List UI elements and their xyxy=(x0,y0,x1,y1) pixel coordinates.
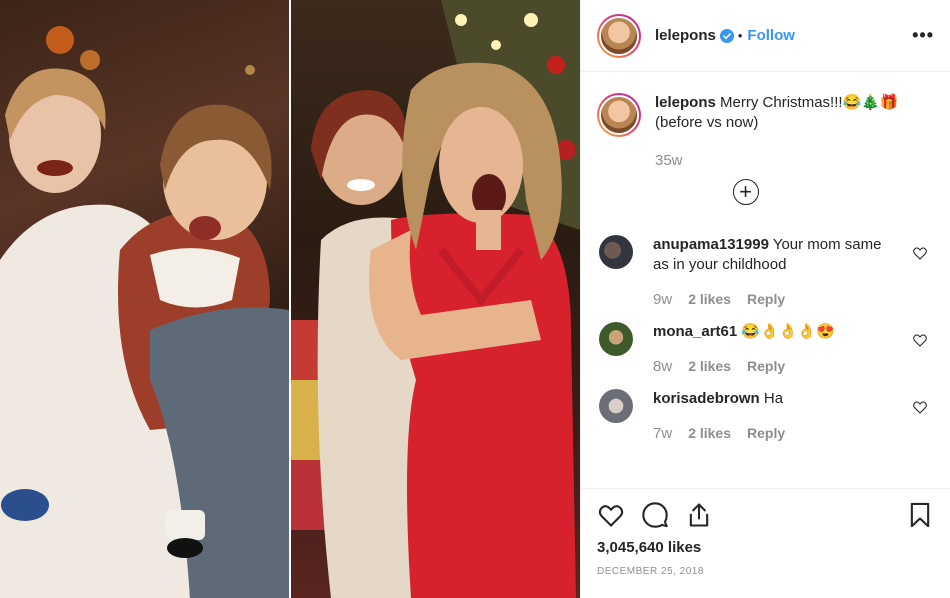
caption-time[interactable]: 35w xyxy=(655,151,934,171)
more-options-icon[interactable]: ••• xyxy=(912,25,934,46)
author-avatar[interactable] xyxy=(597,13,641,58)
comments-section[interactable]: lelepons Merry Christmas!!!😂🎄🎁 (before v… xyxy=(581,73,950,487)
author-username[interactable]: lelepons xyxy=(655,27,716,44)
comment-text: 😂👌👌👌😍 xyxy=(741,323,835,340)
like-comment-icon[interactable] xyxy=(912,399,928,415)
comment-item: korisadebrown Ha 7w 2 likes Reply xyxy=(597,389,934,442)
comment-body: mona_art61 😂👌👌👌😍 8w 2 likes Reply xyxy=(653,322,889,375)
comment-content: korisadebrown Ha xyxy=(653,389,889,409)
commenter-username[interactable]: korisadebrown xyxy=(653,390,760,407)
author-avatar-image xyxy=(599,15,639,56)
caption-avatar[interactable] xyxy=(597,93,641,137)
commenter-avatar[interactable] xyxy=(599,235,633,269)
comment-body: anupama131999 Your mom same as in your c… xyxy=(653,235,889,308)
comment-time[interactable]: 7w xyxy=(653,425,672,442)
commenter-username[interactable]: mona_art61 xyxy=(653,323,737,340)
post-date[interactable]: December 25, 2018 xyxy=(597,566,934,577)
comment-text: Ha xyxy=(763,390,784,407)
like-comment-icon[interactable] xyxy=(912,245,928,261)
load-more-comments-icon[interactable]: + xyxy=(732,179,759,205)
comment-likes[interactable]: 2 likes xyxy=(688,358,731,375)
comment-time[interactable]: 8w xyxy=(653,358,672,375)
caption-body: lelepons Merry Christmas!!!😂🎄🎁 (before v… xyxy=(655,93,934,171)
comment-item: anupama131999 Your mom same as in your c… xyxy=(597,235,934,308)
reply-button[interactable]: Reply xyxy=(747,358,785,375)
like-comment-icon[interactable] xyxy=(912,332,928,348)
post-header: lelepons • Follow ••• xyxy=(581,0,950,72)
comment-icon[interactable] xyxy=(641,501,669,529)
comment-time[interactable]: 9w xyxy=(653,291,672,308)
share-icon[interactable] xyxy=(685,501,713,529)
reply-button[interactable]: Reply xyxy=(747,425,785,442)
comment-item: mona_art61 😂👌👌👌😍 8w 2 likes Reply xyxy=(597,322,934,375)
post-actions: 3,045,640 likes December 25, 2018 xyxy=(581,488,950,598)
comment-meta: 8w 2 likes Reply xyxy=(653,358,889,375)
follow-button[interactable]: Follow xyxy=(747,27,795,44)
action-bar xyxy=(597,489,934,541)
comment-likes[interactable]: 2 likes xyxy=(688,291,731,308)
separator-dot: • xyxy=(737,28,743,43)
photo-before-illustration xyxy=(0,26,289,598)
like-icon[interactable] xyxy=(597,501,625,529)
bookmark-icon[interactable] xyxy=(906,501,934,529)
photo-before xyxy=(0,0,289,598)
comment-content: mona_art61 😂👌👌👌😍 xyxy=(653,322,889,342)
commenter-username[interactable]: anupama131999 xyxy=(653,236,769,253)
post-photo[interactable] xyxy=(0,0,580,598)
commenter-avatar[interactable] xyxy=(599,322,633,356)
verified-badge-icon xyxy=(719,28,734,43)
post-caption: lelepons Merry Christmas!!!😂🎄🎁 (before v… xyxy=(597,93,934,171)
comment-meta: 9w 2 likes Reply xyxy=(653,291,889,308)
load-more-wrap: + xyxy=(597,179,934,205)
post-sidebar: lelepons • Follow ••• lelepons Merry Chr… xyxy=(580,0,950,598)
reply-button[interactable]: Reply xyxy=(747,291,785,308)
comment-likes[interactable]: 2 likes xyxy=(688,425,731,442)
comment-body: korisadebrown Ha 7w 2 likes Reply xyxy=(653,389,889,442)
comment-meta: 7w 2 likes Reply xyxy=(653,425,889,442)
photo-now xyxy=(291,0,580,598)
caption-avatar-image xyxy=(599,95,639,135)
likes-count[interactable]: 3,045,640 likes xyxy=(597,539,934,556)
comment-content: anupama131999 Your mom same as in your c… xyxy=(653,235,889,275)
photo-now-illustration xyxy=(291,0,580,598)
commenter-avatar[interactable] xyxy=(599,389,633,423)
caption-username[interactable]: lelepons xyxy=(655,94,716,111)
